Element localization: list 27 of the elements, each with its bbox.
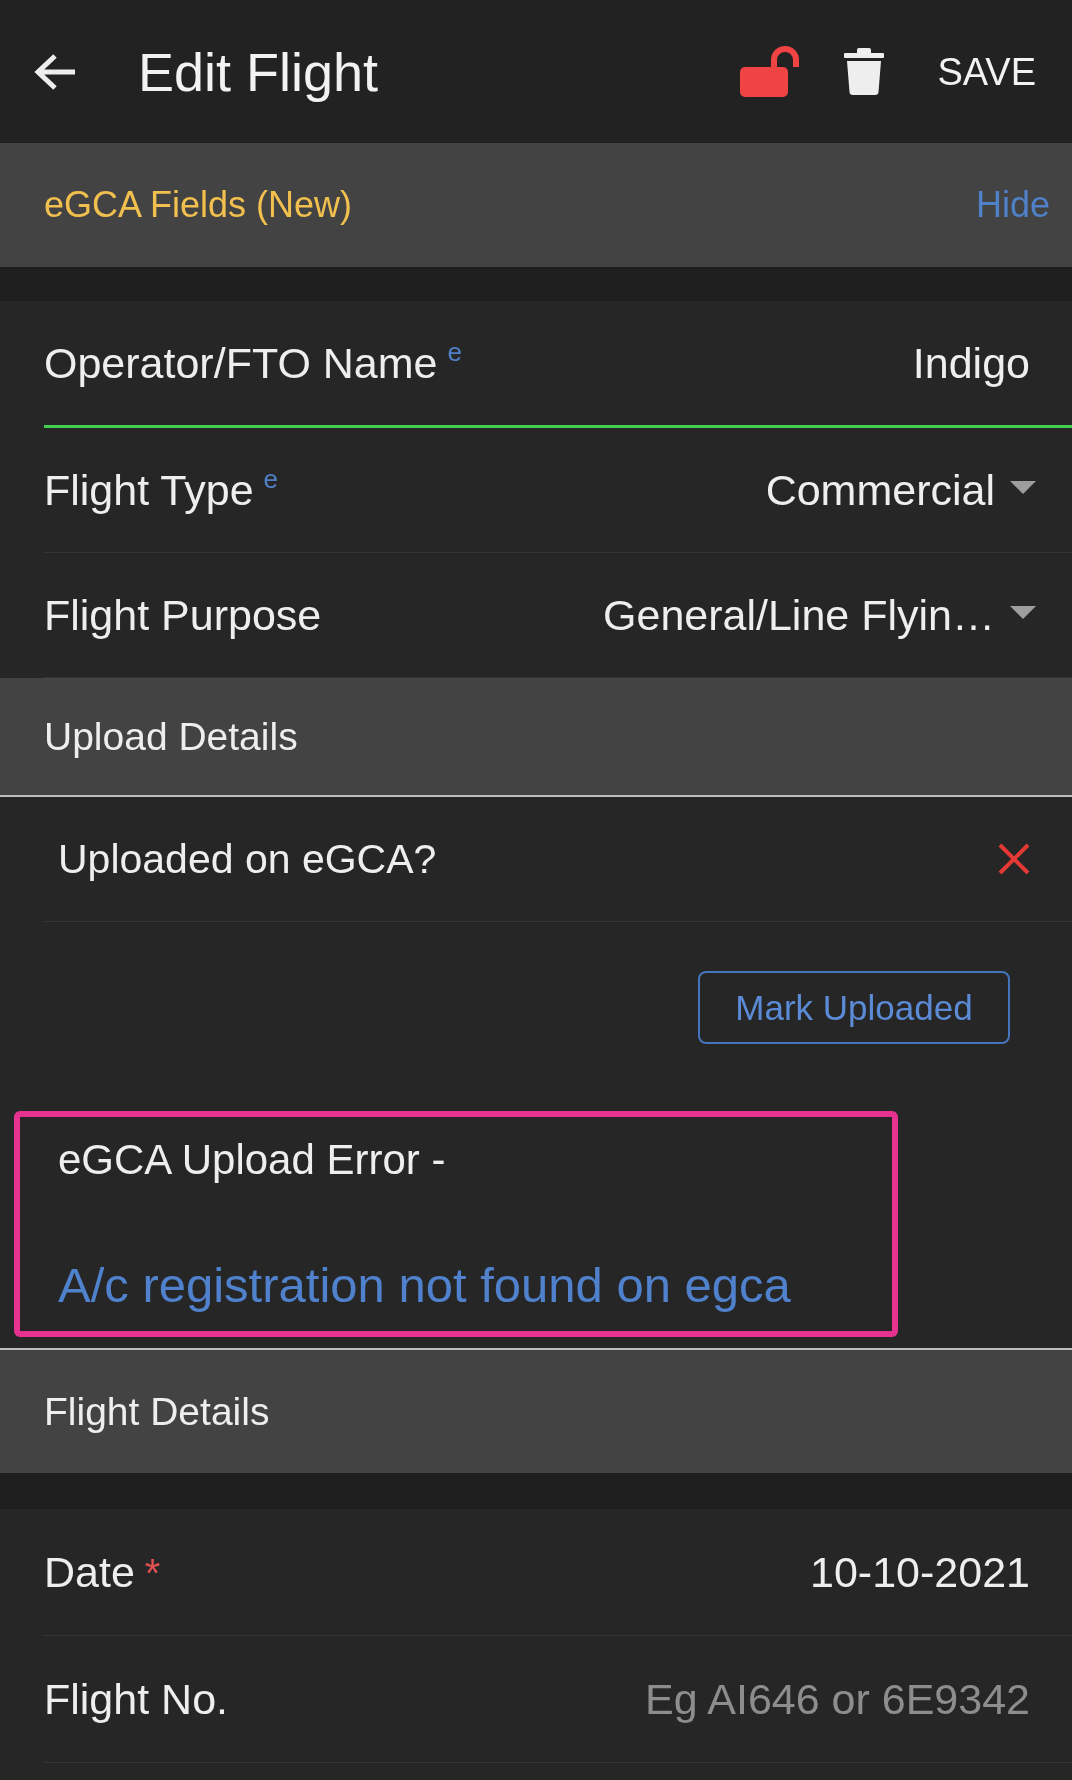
text-input[interactable]: Eg AI646 or 6E9342 [645, 1673, 1030, 1725]
superscript-marker: e [263, 466, 278, 492]
text-input[interactable]: 10-10-2021 [810, 1546, 1030, 1598]
required-asterisk: * [144, 1553, 161, 1593]
save-button[interactable]: SAVE [937, 44, 1036, 99]
superscript-marker: e [447, 339, 462, 365]
unlocked-padlock-icon[interactable] [740, 46, 801, 97]
field-label: Flight Type [44, 465, 254, 516]
section-title: eGCA Fields (New) [44, 183, 353, 227]
text-input[interactable]: Indigo [912, 337, 1030, 389]
back-arrow-icon[interactable] [32, 51, 77, 92]
field-label: Flight No. [44, 1674, 228, 1725]
caret-icon [1010, 480, 1036, 494]
trash-icon[interactable] [844, 48, 885, 95]
mark-uploaded-button[interactable]: Mark Uploaded [698, 971, 1010, 1044]
error-message: A/c registration not found on egca [58, 1257, 791, 1314]
error-label: eGCA Upload Error - [58, 1135, 446, 1185]
caret-icon [1010, 605, 1036, 619]
upload-question: Uploaded on eGCA? [58, 835, 437, 884]
field-label: Operator/FTO Name [44, 338, 438, 389]
dropdown-select[interactable]: Commercial [765, 464, 1036, 516]
section-title: Upload Details [44, 713, 298, 760]
field-label: Date [44, 1547, 135, 1598]
section-title: Flight Details [44, 1388, 270, 1435]
field-label: Flight Purpose [44, 590, 322, 641]
dropdown-select[interactable]: General/Line Flyin… [603, 589, 1036, 641]
screen-title: Edit Flight [138, 40, 379, 103]
